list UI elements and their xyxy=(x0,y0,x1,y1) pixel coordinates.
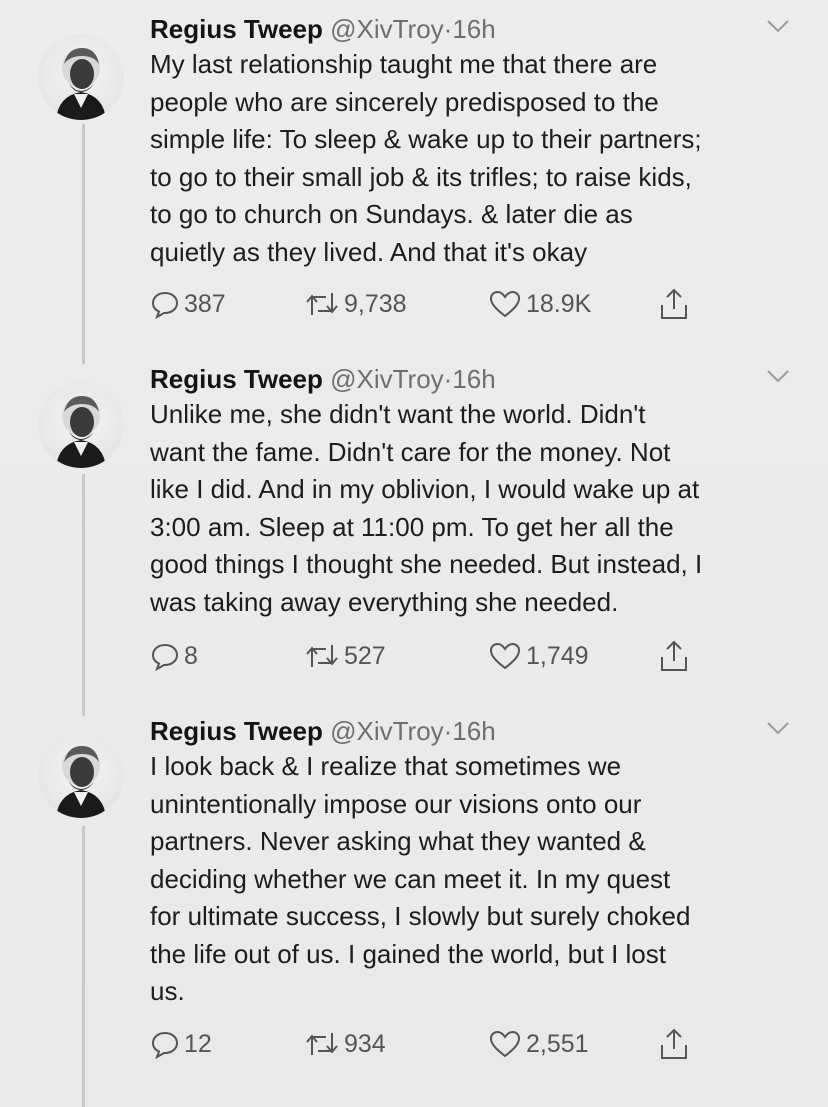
tweet-actions: 8 527 1,749 xyxy=(150,638,710,674)
timestamp[interactable]: 16h xyxy=(452,364,495,394)
retweet-button[interactable]: 527 xyxy=(304,638,386,674)
tweet[interactable]: Regius Tweep @XivTroy·16h Unlike me, she… xyxy=(0,362,828,692)
display-name[interactable]: Regius Tweep xyxy=(150,364,323,394)
like-count: 18.9K xyxy=(526,289,592,318)
tweet[interactable]: Regius Tweep @XivTroy·16h I look back & … xyxy=(0,714,828,1084)
portrait-image xyxy=(56,746,106,818)
tweet-text: I look back & I realize that sometimes w… xyxy=(150,751,691,1006)
reply-count: 387 xyxy=(184,289,226,318)
reply-button[interactable]: 8 xyxy=(150,638,198,674)
like-button[interactable]: 18.9K xyxy=(488,286,591,322)
retweet-button[interactable]: 9,738 xyxy=(304,286,407,322)
chevron-down-icon[interactable] xyxy=(766,18,790,34)
share-button[interactable] xyxy=(658,638,690,674)
share-icon xyxy=(661,1028,687,1059)
heart-icon xyxy=(489,642,521,670)
tweet-header: Regius Tweep @XivTroy·16h xyxy=(150,362,496,396)
chevron-down-icon[interactable] xyxy=(766,720,790,736)
reply-icon xyxy=(151,291,179,319)
retweet-count: 934 xyxy=(344,1029,386,1058)
retweet-icon xyxy=(306,293,338,315)
heart-icon xyxy=(489,290,521,318)
avatar[interactable] xyxy=(38,382,124,468)
like-button[interactable]: 1,749 xyxy=(488,638,589,674)
share-button[interactable] xyxy=(658,1026,690,1062)
tweet-text: My last relationship taught me that ther… xyxy=(150,49,702,267)
reply-count: 12 xyxy=(184,1029,212,1058)
handle[interactable]: @XivTroy xyxy=(330,14,444,44)
retweet-icon xyxy=(306,645,338,667)
display-name[interactable]: Regius Tweep xyxy=(150,716,323,746)
tweet[interactable]: Regius Tweep @XivTroy·16h My last relati… xyxy=(0,12,828,342)
retweet-button[interactable]: 934 xyxy=(304,1026,386,1062)
timestamp[interactable]: 16h xyxy=(452,716,495,746)
display-name[interactable]: Regius Tweep xyxy=(150,14,323,44)
like-count: 1,749 xyxy=(526,641,589,670)
share-icon xyxy=(661,640,687,671)
handle[interactable]: @XivTroy xyxy=(330,716,444,746)
like-count: 2,551 xyxy=(526,1029,589,1058)
tweet-actions: 12 934 2,551 xyxy=(150,1026,710,1062)
tweet-header: Regius Tweep @XivTroy·16h xyxy=(150,714,496,748)
handle[interactable]: @XivTroy xyxy=(330,364,444,394)
timestamp[interactable]: 16h xyxy=(452,14,495,44)
reply-count: 8 xyxy=(184,641,198,670)
tweet-actions: 387 9,738 18.9K xyxy=(150,286,710,322)
retweet-count: 527 xyxy=(344,641,386,670)
portrait-image xyxy=(56,396,106,468)
portrait-image xyxy=(56,48,106,120)
reply-icon xyxy=(151,1031,179,1059)
share-button[interactable] xyxy=(658,286,690,322)
like-button[interactable]: 2,551 xyxy=(488,1026,589,1062)
avatar[interactable] xyxy=(38,732,124,818)
reply-button[interactable]: 12 xyxy=(150,1026,212,1062)
reply-button[interactable]: 387 xyxy=(150,286,226,322)
share-icon xyxy=(661,288,687,319)
tweet-text: Unlike me, she didn't want the world. Di… xyxy=(150,399,703,617)
retweet-count: 9,738 xyxy=(344,289,407,318)
chevron-down-icon[interactable] xyxy=(766,368,790,384)
reply-icon xyxy=(151,643,179,671)
heart-icon xyxy=(489,1030,521,1058)
tweet-header: Regius Tweep @XivTroy·16h xyxy=(150,12,496,46)
avatar[interactable] xyxy=(38,34,124,120)
retweet-icon xyxy=(306,1033,338,1055)
